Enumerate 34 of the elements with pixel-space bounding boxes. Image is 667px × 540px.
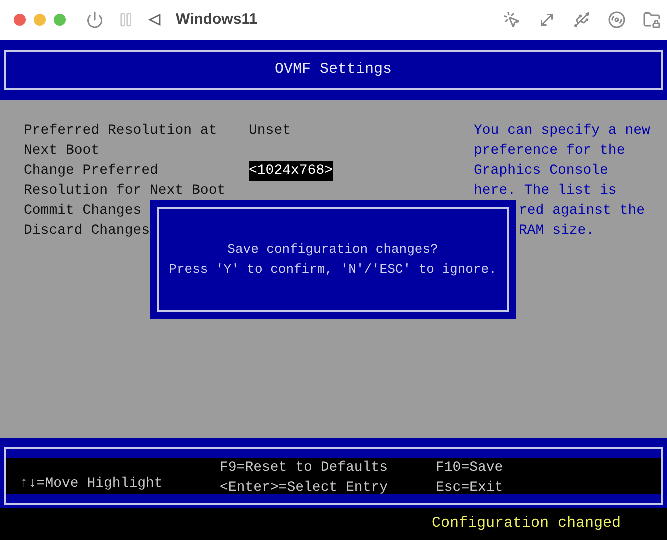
resize-icon[interactable] [538,11,556,29]
key-hint: <Enter>=Select Entry [220,479,388,498]
dialog-message: Press 'Y' to confirm, 'N'/'ESC' to ignore. [169,261,497,279]
help-text-line: Graphics Console [474,162,608,181]
screen-title: OVMF Settings [274,60,392,80]
folder-icon[interactable] [643,11,661,29]
setting-value[interactable]: <1024x768> [249,161,334,181]
setting-label[interactable]: Preferred Resolution at [24,121,218,141]
setting-value[interactable]: Unset [249,121,292,141]
help-text-line: You can specify a new [474,122,650,141]
dialog-message: Save configuration changes? [228,241,438,259]
help-text-line: RAM size. [519,222,595,241]
setting-label[interactable]: Change Preferred [24,161,158,181]
help-text-line: red against the [519,202,646,221]
window-title: Windows11 [176,10,258,30]
key-hint: F10=Save [436,459,504,478]
key-hint: F9=Reset to Defaults [220,459,388,478]
help-text-line: here. The list is [474,182,617,201]
help-text-line: preference for the [474,142,626,161]
power-icon[interactable] [86,11,104,29]
cursor-click-icon[interactable] [503,11,521,29]
setting-label[interactable]: Commit Changes [24,201,142,221]
setting-label[interactable]: Discard Changes [24,221,150,241]
back-icon[interactable] [148,13,162,27]
setting-label[interactable]: Next Boot [24,141,100,161]
minimize-button[interactable] [34,14,46,26]
usb-icon[interactable] [573,11,591,29]
disc-icon[interactable] [608,11,626,29]
close-button[interactable] [14,14,26,26]
key-hint: Esc=Exit [436,479,504,498]
status-message: Configuration changed [432,514,622,534]
key-hint: ↑↓=Move Highlight [20,475,163,494]
zoom-button[interactable] [54,14,66,26]
setting-label[interactable]: Resolution for Next Boot [24,181,226,201]
